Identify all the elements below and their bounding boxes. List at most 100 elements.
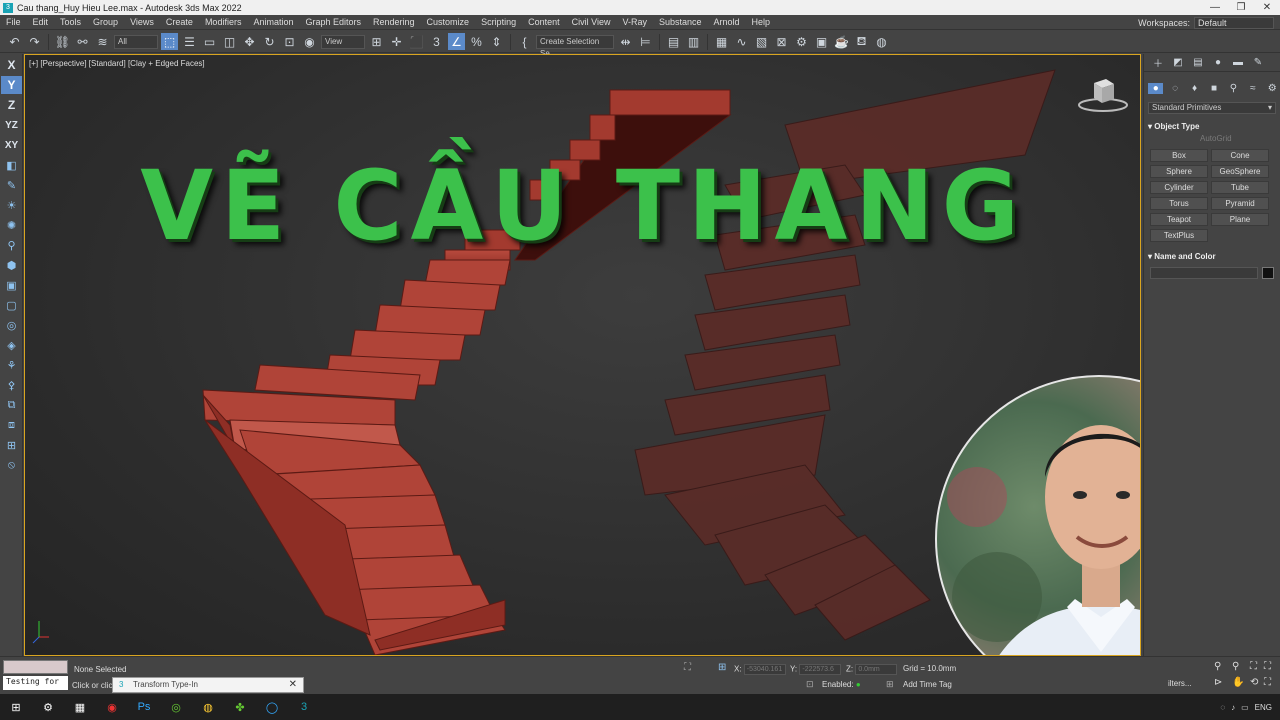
tray-battery-icon[interactable]: ▭	[1241, 703, 1249, 712]
select-move-icon[interactable]: ✥	[241, 33, 258, 50]
viewcube-icon[interactable]	[1076, 75, 1130, 115]
edit-named-selection-icon[interactable]: {	[516, 33, 533, 50]
primitive-type-dropdown[interactable]: Standard Primitives ▾	[1148, 102, 1276, 114]
menu-file[interactable]: File	[0, 17, 27, 27]
adaptive-degradation-icon[interactable]: ⊡	[806, 679, 814, 690]
greenshot-icon[interactable]: ◎	[160, 694, 192, 720]
material-editor-icon[interactable]: ⊠	[773, 33, 790, 50]
constrain-z-button[interactable]: Z	[1, 96, 22, 114]
utilities-tab-icon[interactable]: ✎	[1250, 57, 1266, 68]
pyramid-button[interactable]: Pyramid	[1211, 197, 1269, 210]
render-setup-icon[interactable]: ⚙	[793, 33, 810, 50]
chrome-icon[interactable]: ◍	[192, 694, 224, 720]
angle-snap-icon[interactable]: ∠	[448, 33, 465, 50]
close-button[interactable]: ✕	[1254, 0, 1280, 15]
menu-create[interactable]: Create	[160, 17, 199, 27]
menu-scripting[interactable]: Scripting	[475, 17, 522, 27]
menu-arnold[interactable]: Arnold	[708, 17, 746, 27]
calculator-icon[interactable]: ▦	[64, 694, 96, 720]
menu-rendering[interactable]: Rendering	[367, 17, 421, 27]
percent-snap-icon[interactable]: %	[468, 33, 485, 50]
zoom-all-icon[interactable]: ⚲	[1232, 661, 1239, 672]
teapot-button[interactable]: Teapot	[1150, 213, 1208, 226]
shapes-category-icon[interactable]: ◌	[1167, 83, 1182, 94]
menu-modifiers[interactable]: Modifiers	[199, 17, 248, 27]
layer-explorer-icon[interactable]: ▥	[685, 33, 702, 50]
maxscript-mini-listener[interactable]: Testing for	[3, 676, 68, 690]
pan-icon[interactable]: ✋	[1232, 677, 1244, 688]
photoshop-icon[interactable]: Ps	[128, 694, 160, 720]
link-icon[interactable]: ⛓	[54, 33, 71, 50]
create-cameras-icon[interactable]: ✺	[1, 216, 22, 234]
curve-editor-icon[interactable]: ∿	[733, 33, 750, 50]
language-indicator[interactable]: ENG	[1255, 703, 1272, 712]
motion-panel-icon[interactable]: ▢	[1, 296, 22, 314]
close-icon[interactable]: ✕	[289, 678, 297, 692]
menu-vray[interactable]: V-Ray	[616, 17, 653, 27]
constrain-x-button[interactable]: X	[1, 56, 22, 74]
tube-button[interactable]: Tube	[1211, 181, 1269, 194]
autogrid-checkbox[interactable]: AutoGrid	[1200, 134, 1280, 143]
menu-views[interactable]: Views	[124, 17, 160, 27]
select-by-name-icon[interactable]: ☰	[181, 33, 198, 50]
cameras-category-icon[interactable]: ■	[1206, 83, 1221, 94]
mirror-icon[interactable]: ⇹	[617, 33, 634, 50]
field-of-view-icon[interactable]: ⊳	[1214, 677, 1222, 688]
helpers-category-icon[interactable]: ⚲	[1226, 83, 1241, 94]
geosphere-button[interactable]: GeoSphere	[1211, 165, 1269, 178]
menu-substance[interactable]: Substance	[653, 17, 708, 27]
create-tab-icon[interactable]: ＋	[1150, 55, 1166, 70]
absolute-mode-icon[interactable]: ⊞	[718, 662, 726, 673]
ribbon-toggle-icon[interactable]: ▦	[713, 33, 730, 50]
torus-button[interactable]: Torus	[1150, 197, 1208, 210]
motion-tab-icon[interactable]: ●	[1210, 57, 1226, 68]
bind-spacewarp-icon[interactable]: ≋	[94, 33, 111, 50]
create-lights-icon[interactable]: ☀	[1, 196, 22, 214]
zoom-icon[interactable]: ⚲	[1214, 661, 1221, 672]
box-button[interactable]: Box	[1150, 149, 1208, 162]
spinner-snap-icon[interactable]: ⇕	[488, 33, 505, 50]
menu-group[interactable]: Group	[87, 17, 124, 27]
tray-network-icon[interactable]: ◌	[1220, 703, 1225, 712]
lock-selection-icon[interactable]: ⛶	[684, 662, 691, 673]
render-teapot-icon[interactable]: ⛾	[853, 33, 870, 50]
menu-tools[interactable]: Tools	[54, 17, 87, 27]
display-panel-icon[interactable]: ◎	[1, 316, 22, 334]
pivot-center-icon[interactable]: ⊞	[368, 33, 385, 50]
reference-coord-dropdown[interactable]: View	[321, 34, 365, 49]
add-time-tag[interactable]: Add Time Tag	[903, 680, 952, 689]
isolate-icon[interactable]: ⚴	[1, 376, 22, 394]
maxscript-listener-output[interactable]	[3, 660, 68, 674]
plane-button[interactable]: Plane	[1211, 213, 1269, 226]
menu-help[interactable]: Help	[746, 17, 777, 27]
maximize-button[interactable]: ❐	[1228, 0, 1254, 15]
undo-icon[interactable]: ↶	[6, 33, 23, 50]
textplus-button[interactable]: TextPlus	[1150, 229, 1208, 242]
record-icon[interactable]: ◉	[96, 694, 128, 720]
create-shapes-icon[interactable]: ✎	[1, 176, 22, 194]
select-manipulate-icon[interactable]: ✛	[388, 33, 405, 50]
modify-tab-icon[interactable]: ◩	[1170, 57, 1186, 68]
hierarchy-panel-icon[interactable]: ▣	[1, 276, 22, 294]
perspective-viewport[interactable]: [+] [Perspective] [Standard] [Clay + Edg…	[24, 54, 1141, 656]
viewport-layout-icon[interactable]: ⧉	[1, 396, 22, 414]
clover-icon[interactable]: ✤	[224, 694, 256, 720]
cylinder-button[interactable]: Cylinder	[1150, 181, 1208, 194]
keyboard-shortcut-override-icon[interactable]: ⬛	[408, 33, 425, 50]
object-type-rollout-title[interactable]: ▾ Object Type	[1148, 122, 1276, 131]
y-coordinate-field[interactable]: -222573.6	[799, 664, 842, 675]
transform-type-in-dialog[interactable]: 3 Transform Type-In ✕	[112, 677, 304, 693]
menu-civil-view[interactable]: Civil View	[566, 17, 617, 27]
render-production-icon[interactable]: ☕	[833, 33, 850, 50]
modify-panel-icon[interactable]: ⬢	[1, 256, 22, 274]
cone-button[interactable]: Cone	[1211, 149, 1269, 162]
menu-graph-editors[interactable]: Graph Editors	[299, 17, 367, 27]
align-icon[interactable]: ⊨	[637, 33, 654, 50]
select-object-icon[interactable]: ⬚	[161, 33, 178, 50]
select-scale-icon[interactable]: ⊡	[281, 33, 298, 50]
minimize-button[interactable]: —	[1202, 0, 1228, 15]
windows-start-icon[interactable]: ⊞	[0, 694, 32, 720]
snaps-toggle-icon[interactable]: 3	[428, 33, 445, 50]
named-selection-dropdown[interactable]: Create Selection Se	[536, 34, 614, 58]
workspace-dropdown[interactable]: Default	[1194, 16, 1274, 29]
